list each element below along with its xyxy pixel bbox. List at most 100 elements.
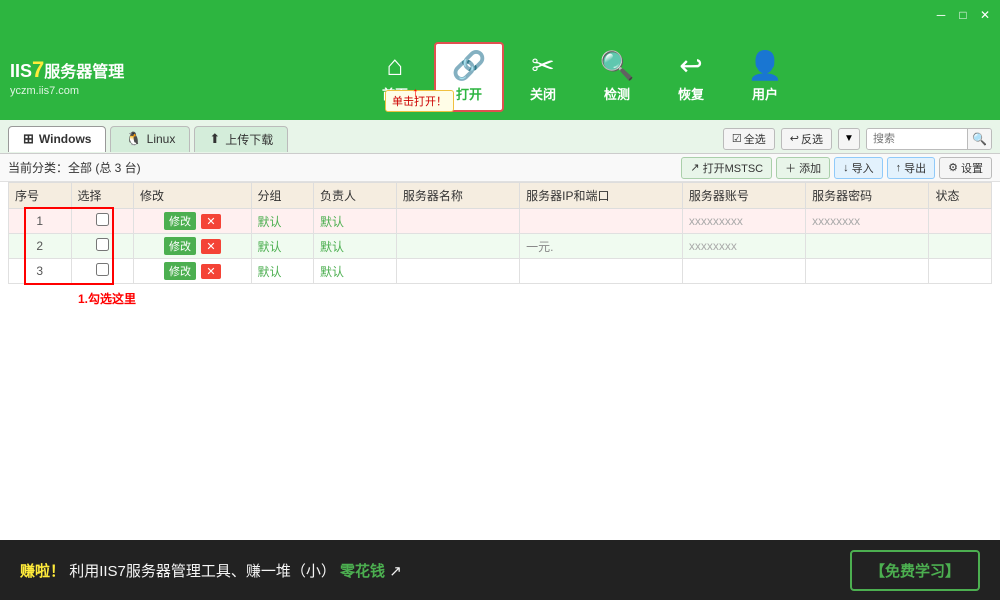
tab-upload-label: 上传下载 [225, 131, 273, 148]
cell-server-password [806, 259, 929, 284]
settings-label: 设置 [961, 160, 983, 176]
tab-windows-label: Windows [39, 132, 92, 146]
app-title: IIS7服务器管理 [10, 57, 150, 83]
col-group: 分组 [251, 183, 314, 209]
close-button[interactable]: ✕ [978, 8, 992, 22]
nav-home[interactable]: ⌂ 首页 [360, 42, 430, 112]
import-icon: ↓ [843, 162, 849, 174]
cell-server-name [396, 259, 519, 284]
cell-server-ip: 一元. [520, 234, 683, 259]
delete-button[interactable]: ✕ [201, 239, 220, 254]
nav-icons: ⌂ 首页 🔗 打开 ✂ 关闭 🔍 检测 ↩ 恢复 [160, 34, 1000, 120]
nav-home-label: 首页 [382, 84, 408, 103]
cell-contact: 默认 [314, 259, 397, 284]
sub-toolbar: 当前分类：全部 (总 3 台) ↗ 打开MSTSC ＋ 添加 ↓ 导入 [0, 154, 1000, 182]
edit-button[interactable]: 修改 [164, 262, 196, 280]
cell-group: 默认 [251, 259, 314, 284]
col-select: 选择 [71, 183, 134, 209]
col-edit: 修改 [134, 183, 251, 209]
minimize-button[interactable]: ─ [934, 8, 948, 22]
annotation-check-label: 1.勾选这里 [78, 292, 136, 306]
delete-button[interactable]: ✕ [201, 264, 220, 279]
export-label: 导出 [904, 160, 926, 176]
upload-icon: ⬆ [209, 131, 220, 147]
row-checkbox[interactable] [96, 213, 109, 226]
title-bar: ─ □ ✕ [0, 0, 1000, 30]
tab-linux[interactable]: 🐧 Linux [110, 126, 190, 152]
table-area: 序号 选择 修改 分组 负责人 服务器名称 服务器IP和端口 服务器账号 服务器… [0, 182, 1000, 540]
title-bar-controls: ─ □ ✕ [934, 8, 992, 22]
col-ip: 服务器IP和端口 [520, 183, 683, 209]
table-body: 1 修改 ✕ 默认 默认 xxxxxxxxx xxxxxxxx 2 修改 ✕ 默… [9, 209, 992, 284]
open-mstsc-button[interactable]: ↗ 打开MSTSC [681, 157, 772, 179]
row-checkbox[interactable] [96, 263, 109, 276]
table-row: 1 修改 ✕ 默认 默认 xxxxxxxxx xxxxxxxx [9, 209, 992, 234]
col-password: 服务器密码 [806, 183, 929, 209]
detect-icon: 🔍 [600, 52, 635, 80]
add-label: 添加 [799, 160, 821, 176]
col-name: 服务器名称 [396, 183, 519, 209]
import-button[interactable]: ↓ 导入 [834, 157, 883, 179]
add-button[interactable]: ＋ 添加 [776, 157, 830, 179]
select-all-icon: ☑ [732, 132, 742, 145]
cell-edit-btns[interactable]: 修改 ✕ [134, 209, 251, 234]
tab-upload[interactable]: ⬆ 上传下载 [194, 126, 288, 152]
cell-status [929, 259, 992, 284]
select-all-label: 全选 [744, 131, 766, 147]
reverse-select-button[interactable]: ↩ 反选 [781, 128, 832, 150]
nav-close[interactable]: ✂ 关闭 [508, 42, 578, 112]
tab-windows[interactable]: ⊞ Windows [8, 126, 106, 152]
cell-server-ip [520, 259, 683, 284]
edit-button[interactable]: 修改 [164, 212, 196, 230]
nav-user-label: 用户 [752, 84, 778, 103]
main-area: IIS7服务器管理 yczm.iis7.com ⌂ 首页 🔗 打开 ✂ 关闭 [0, 30, 1000, 540]
settings-button[interactable]: ⚙ 设置 [939, 157, 992, 179]
cell-server-password: xxxxxxxx [806, 209, 929, 234]
edit-button[interactable]: 修改 [164, 237, 196, 255]
cell-server-password [806, 234, 929, 259]
cell-id: 1 [9, 209, 72, 234]
row-checkbox[interactable] [96, 238, 109, 251]
annotation-area: 1.勾选这里 [8, 290, 992, 307]
open-mstsc-label: 打开MSTSC [703, 160, 764, 176]
cell-server-account [682, 259, 805, 284]
table-row: 3 修改 ✕ 默认 默认 [9, 259, 992, 284]
cell-id: 2 [9, 234, 72, 259]
cell-checkbox[interactable] [71, 259, 134, 284]
maximize-button[interactable]: □ [956, 8, 970, 22]
tab-right-controls: ☑ 全选 ↩ 反选 ▼ 🔍 [723, 128, 992, 150]
col-account: 服务器账号 [682, 183, 805, 209]
footer-text: 赚啦！ 利用IIS7服务器管理工具、赚一堆（小） 零花钱 ↗ [20, 560, 402, 581]
footer-prefix: 赚啦！ [20, 563, 65, 580]
nav-detect[interactable]: 🔍 检测 [582, 42, 652, 112]
logo-area: IIS7服务器管理 yczm.iis7.com [0, 34, 160, 120]
col-status: 状态 [929, 183, 992, 209]
sub-toolbar-right: ↗ 打开MSTSC ＋ 添加 ↓ 导入 ↑ 导出 [681, 157, 992, 179]
select-all-button[interactable]: ☑ 全选 [723, 128, 775, 150]
cell-checkbox[interactable] [71, 209, 134, 234]
dropdown-button[interactable]: ▼ [838, 128, 860, 150]
delete-button[interactable]: ✕ [201, 214, 220, 229]
export-button[interactable]: ↑ 导出 [887, 157, 936, 179]
nav-restore[interactable]: ↩ 恢复 [656, 42, 726, 112]
open-icon: 🔗 [452, 52, 487, 80]
cell-server-name [396, 209, 519, 234]
search-input[interactable] [867, 129, 967, 149]
cell-contact: 默认 [314, 234, 397, 259]
table-row: 2 修改 ✕ 默认 默认 一元. xxxxxxxx [9, 234, 992, 259]
nav-open-label: 打开 [456, 84, 482, 103]
cell-checkbox[interactable] [71, 234, 134, 259]
app-subtitle: yczm.iis7.com [10, 85, 150, 97]
cell-edit-btns[interactable]: 修改 ✕ [134, 259, 251, 284]
home-icon: ⌂ [387, 52, 404, 80]
footer-suffix: ↗ [389, 563, 402, 580]
search-button[interactable]: 🔍 [967, 129, 991, 149]
cell-status [929, 209, 992, 234]
nav-user[interactable]: 👤 用户 [730, 42, 800, 112]
nav-open[interactable]: 🔗 打开 [434, 42, 504, 112]
cell-server-name [396, 234, 519, 259]
server-table: 序号 选择 修改 分组 负责人 服务器名称 服务器IP和端口 服务器账号 服务器… [8, 182, 992, 284]
free-learn-button[interactable]: 【免费学习】 [850, 550, 980, 591]
cell-edit-btns[interactable]: 修改 ✕ [134, 234, 251, 259]
reverse-icon: ↩ [790, 132, 799, 145]
